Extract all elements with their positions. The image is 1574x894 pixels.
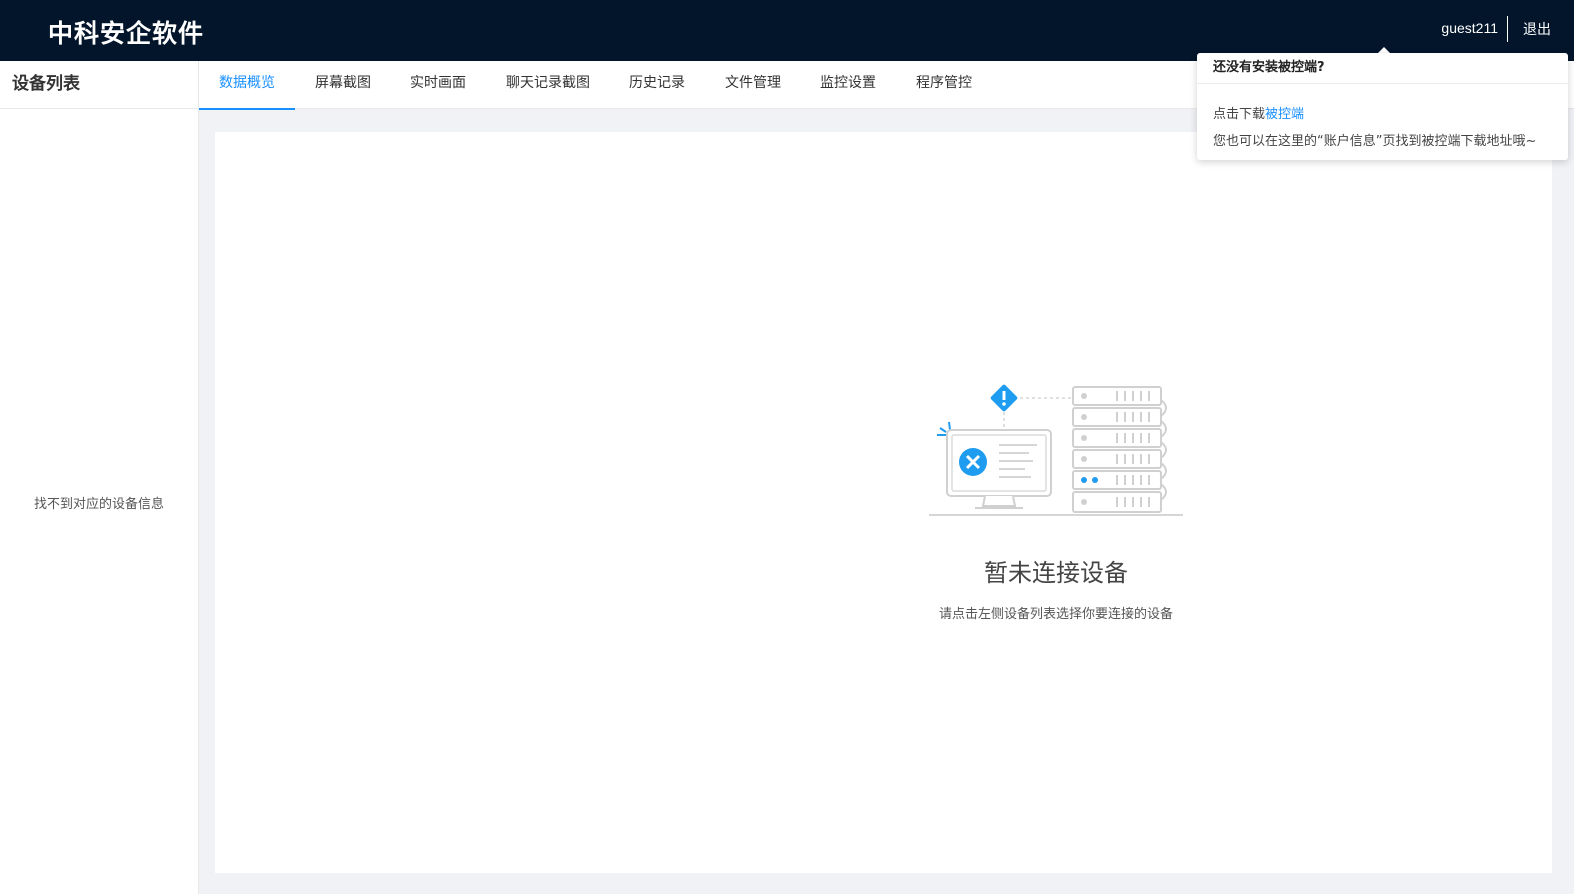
sidebar-empty-text: 找不到对应的设备信息 bbox=[33, 497, 164, 512]
popover-download-line: 点击下载被控端 bbox=[1213, 103, 1304, 122]
install-client-popover: 还没有安装被控端? 点击下载被控端 您也可以在这里的“账户信息”页找到被控端下载… bbox=[1197, 53, 1568, 160]
tab-data-overview[interactable]: 数据概览 bbox=[199, 61, 295, 110]
no-device-illustration bbox=[929, 384, 1183, 516]
download-client-link[interactable]: 被控端 bbox=[1265, 107, 1304, 122]
sidebar-title: 设备列表 bbox=[0, 61, 198, 109]
empty-state-description: 请点击左侧设备列表选择你要连接的设备 bbox=[938, 607, 1173, 622]
tab-file-management[interactable]: 文件管理 bbox=[715, 61, 791, 108]
tab-screenshots[interactable]: 屏幕截图 bbox=[305, 61, 381, 108]
main-content: 暂未连接设备 请点击左侧设备列表选择你要连接的设备 bbox=[215, 132, 1552, 873]
tab-history[interactable]: 历史记录 bbox=[619, 61, 695, 108]
tab-monitor-settings[interactable]: 监控设置 bbox=[810, 61, 886, 108]
app-brand: 中科安企软件 bbox=[48, 19, 205, 48]
tab-live-view[interactable]: 实时画面 bbox=[400, 61, 476, 108]
empty-state-title: 暂未连接设备 bbox=[984, 559, 1128, 587]
popover-hint-text: 您也可以在这里的“账户信息”页找到被控端下载地址哦~ bbox=[1213, 134, 1537, 149]
popover-title: 还没有安装被控端? bbox=[1197, 53, 1568, 84]
top-header: 中科安企软件 guest211 退出 bbox=[0, 0, 1574, 61]
tab-program-control[interactable]: 程序管控 bbox=[906, 61, 982, 108]
header-divider bbox=[1507, 16, 1508, 42]
popover-download-prefix: 点击下载 bbox=[1213, 107, 1266, 122]
username-label[interactable]: guest211 bbox=[1441, 20, 1498, 36]
tab-chat-screenshots[interactable]: 聊天记录截图 bbox=[496, 61, 600, 108]
device-sidebar: 设备列表 找不到对应的设备信息 bbox=[0, 61, 199, 894]
logout-button[interactable]: 退出 bbox=[1523, 19, 1551, 39]
